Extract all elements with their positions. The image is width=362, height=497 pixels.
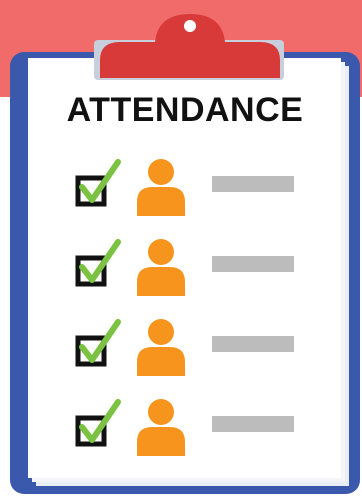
- name-placeholder-bar: [212, 416, 294, 432]
- clipboard-clip-icon: [94, 14, 284, 80]
- attendance-clipboard-illustration: [10, 14, 360, 494]
- name-placeholder-bar: [212, 336, 294, 352]
- name-placeholder-bar: [212, 176, 294, 192]
- page-title: ATTENDANCE: [66, 91, 304, 129]
- name-placeholder-bar: [212, 256, 294, 272]
